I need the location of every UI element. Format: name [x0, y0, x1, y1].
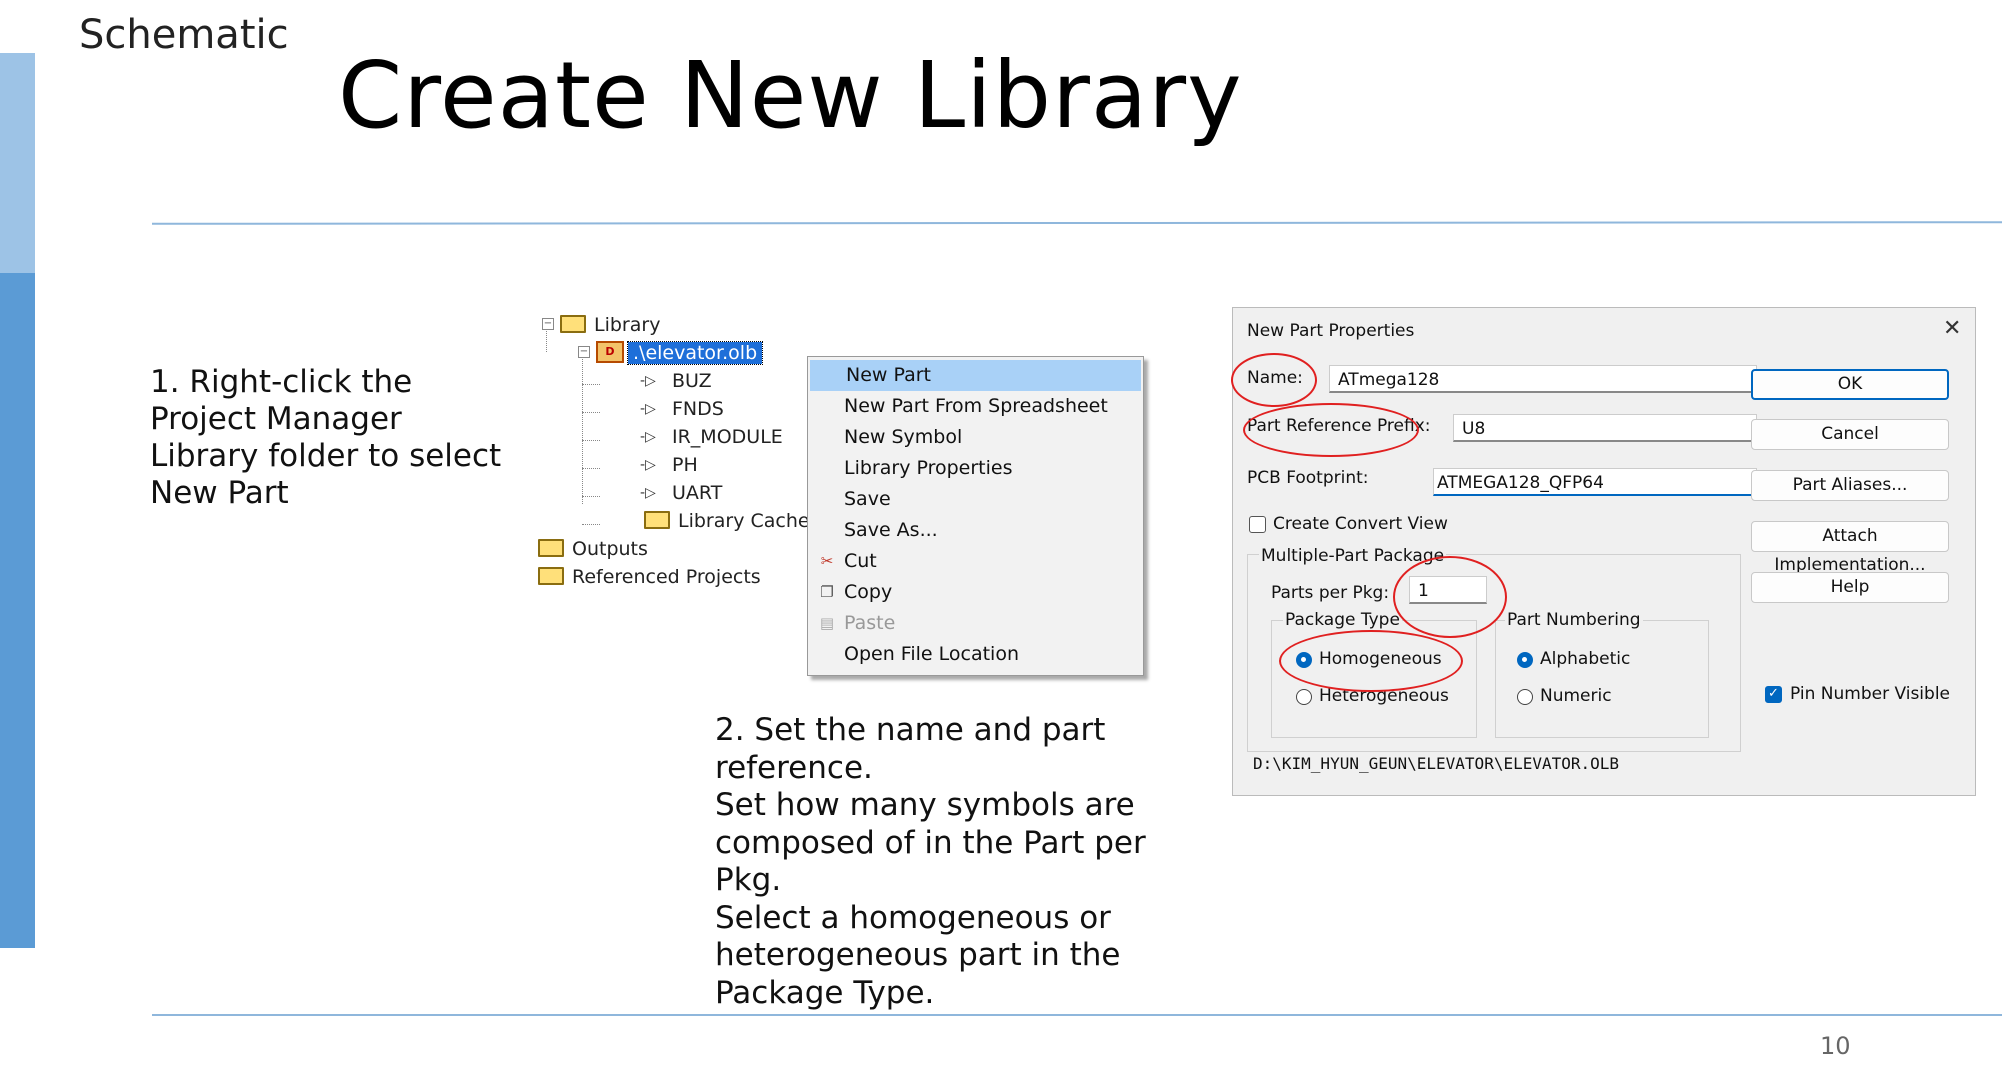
- help-button[interactable]: Help: [1751, 572, 1949, 603]
- cancel-button[interactable]: Cancel: [1751, 419, 1949, 450]
- step1-text: 1. Right-click the Project Manager Libra…: [150, 364, 502, 511]
- tree-item-referenced-projects[interactable]: Referenced Projects: [538, 564, 761, 590]
- scissors-icon: ✂: [820, 552, 834, 570]
- pin-number-visible-label: Pin Number Visible: [1790, 684, 1951, 704]
- menu-item-cut[interactable]: ✂ Cut: [808, 546, 1143, 577]
- heterogeneous-radio[interactable]: [1296, 689, 1312, 705]
- tree-item-part[interactable]: -▷ FNDS: [640, 396, 724, 422]
- tree-item-part[interactable]: -▷ PH: [640, 452, 698, 478]
- annotation-circle-name: [1231, 353, 1317, 407]
- section-label: Schematic: [79, 12, 289, 58]
- collapse-icon[interactable]: −: [542, 317, 554, 330]
- menu-item-save[interactable]: Save: [808, 484, 1143, 515]
- menu-item-paste[interactable]: ▤ Paste: [808, 608, 1143, 639]
- folder-icon: [560, 314, 586, 333]
- paste-icon: ▤: [819, 614, 835, 632]
- part-aliases-button[interactable]: Part Aliases...: [1751, 470, 1949, 501]
- alphabetic-radio[interactable]: [1517, 652, 1533, 668]
- numeric-label: Numeric: [1540, 686, 1612, 706]
- page-number: 10: [1820, 1032, 1851, 1060]
- menu-item-new-part-from-spreadsheet[interactable]: New Part From Spreadsheet: [808, 391, 1143, 422]
- accent-bar-light: [0, 53, 35, 273]
- new-part-properties-dialog: New Part Properties ✕ Name: ATmega128 Pa…: [1231, 307, 1976, 796]
- ok-button[interactable]: OK: [1751, 369, 1949, 400]
- part-numbering-group: [1495, 620, 1709, 738]
- create-convert-view-label: Create Convert View: [1273, 514, 1448, 534]
- menu-item-save-as[interactable]: Save As...: [808, 515, 1143, 546]
- menu-item-new-part[interactable]: New Part: [810, 360, 1141, 391]
- project-tree: − Library − D .\elevator.olb -▷ BUZ -▷ FNDS -…: [530, 312, 810, 602]
- context-menu: New Part New Part From Spreadsheet New S…: [807, 356, 1144, 676]
- library-file-icon: D: [596, 340, 624, 363]
- tree-item-library[interactable]: − Library: [542, 312, 660, 338]
- tree-item-outputs[interactable]: Outputs: [538, 536, 648, 562]
- name-field[interactable]: ATmega128: [1329, 365, 1757, 393]
- alphabetic-label: Alphabetic: [1540, 649, 1631, 669]
- annotation-circle-homogeneous: [1279, 630, 1463, 692]
- pin-number-visible-checkbox[interactable]: ✓: [1765, 686, 1782, 703]
- package-type-label: Package Type: [1283, 610, 1402, 630]
- create-convert-view-checkbox[interactable]: [1249, 516, 1266, 533]
- menu-item-copy[interactable]: ❐ Copy: [808, 577, 1143, 608]
- copy-icon: ❐: [820, 583, 834, 601]
- attach-implementation-button[interactable]: Attach Implementation...: [1751, 521, 1949, 575]
- part-icon: -▷: [640, 372, 656, 389]
- tree-item-part[interactable]: -▷ BUZ: [640, 368, 712, 394]
- step2-text: 2. Set the name and part reference. Set …: [715, 712, 1146, 1011]
- numeric-radio[interactable]: [1517, 689, 1533, 705]
- annotation-circle-prefix: [1243, 403, 1419, 457]
- dialog-title: New Part Properties: [1247, 321, 1415, 341]
- menu-item-library-properties[interactable]: Library Properties: [808, 453, 1143, 484]
- part-icon: -▷: [640, 484, 656, 501]
- menu-item-new-symbol[interactable]: New Symbol: [808, 422, 1143, 453]
- parts-per-pkg-label: Parts per Pkg:: [1271, 583, 1390, 603]
- folder-icon: [538, 538, 564, 557]
- tree-item-part[interactable]: -▷ UART: [640, 480, 722, 506]
- folder-icon: [644, 510, 670, 529]
- accent-bar: [0, 273, 35, 948]
- part-icon: -▷: [640, 456, 656, 473]
- annotation-circle-parts-per-pkg: [1393, 556, 1507, 638]
- close-icon[interactable]: ✕: [1943, 316, 1961, 341]
- folder-icon: [538, 566, 564, 585]
- footprint-field[interactable]: ATMEGA128_QFP64: [1433, 468, 1757, 496]
- part-icon: -▷: [640, 428, 656, 445]
- part-icon: -▷: [640, 400, 656, 417]
- tree-item-part[interactable]: -▷ IR_MODULE: [640, 424, 783, 450]
- collapse-icon[interactable]: −: [578, 345, 590, 358]
- slide-title: Create New Library: [338, 42, 1243, 149]
- menu-item-open-file-location[interactable]: Open File Location: [808, 639, 1143, 670]
- library-path: D:\KIM_HYUN_GEUN\ELEVATOR\ELEVATOR.OLB: [1253, 754, 1620, 773]
- tree-item-library-cache[interactable]: Library Cache: [644, 508, 810, 534]
- divider-bottom: [152, 1014, 2002, 1016]
- part-numbering-label: Part Numbering: [1505, 610, 1643, 630]
- prefix-field[interactable]: U8: [1453, 414, 1757, 442]
- tree-item-olb[interactable]: − D .\elevator.olb: [578, 340, 764, 366]
- divider-top: [151, 221, 2002, 225]
- footprint-label: PCB Footprint:: [1247, 468, 1369, 488]
